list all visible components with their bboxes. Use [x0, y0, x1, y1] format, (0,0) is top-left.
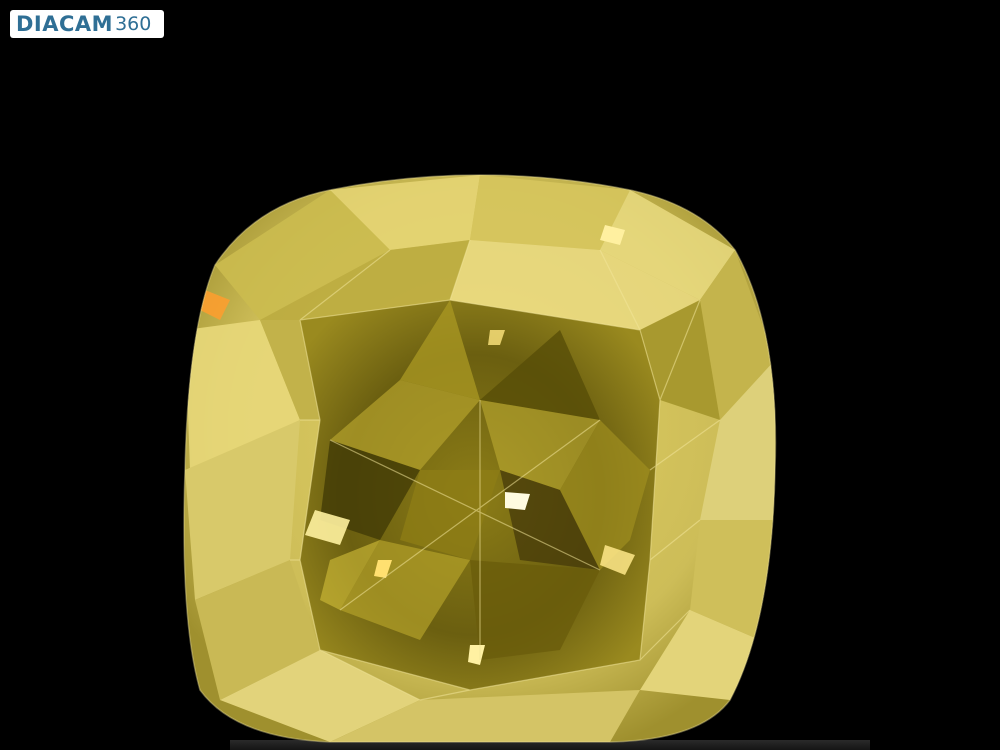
logo-brand-text: DIACAM: [16, 11, 114, 36]
diamond-image: [183, 174, 777, 743]
diacam360-logo: DIACAM 360: [10, 10, 164, 38]
logo-suffix-text: 360: [115, 12, 152, 35]
viewer-canvas: DIACAM 360: [0, 0, 1000, 750]
